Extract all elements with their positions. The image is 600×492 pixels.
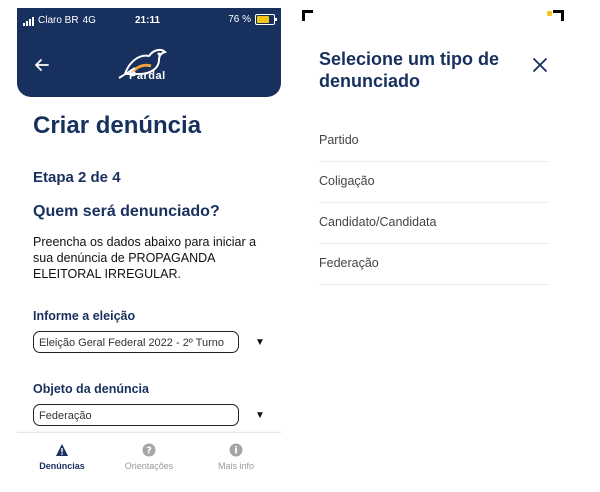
option-partido[interactable]: Partido bbox=[319, 120, 549, 162]
object-label: Objeto da denúncia bbox=[33, 382, 149, 396]
option-candidato[interactable]: Candidato/Candidata bbox=[319, 202, 549, 244]
chevron-down-icon[interactable]: ▼ bbox=[255, 410, 265, 421]
step-indicator: Etapa 2 de 4 bbox=[33, 169, 121, 186]
chevron-down-icon[interactable]: ▼ bbox=[255, 337, 265, 348]
bottom-tab-bar: Denúncias ? Orientações i Mais info bbox=[17, 432, 281, 492]
close-icon bbox=[533, 58, 547, 72]
select-accused-type-modal: Selecione um tipo de denunciado Partido … bbox=[302, 8, 566, 492]
object-select[interactable]: Federação bbox=[33, 404, 239, 426]
app-header: Claro BR 4G 21:11 76 % Pardal bbox=[17, 8, 281, 97]
battery-percent: 76 % bbox=[228, 14, 251, 25]
section-question: Quem será denunciado? bbox=[33, 203, 220, 220]
carrier-info: Claro BR 4G bbox=[23, 15, 96, 26]
bird-logo-icon bbox=[118, 48, 167, 79]
option-coligacao[interactable]: Coligação bbox=[319, 161, 549, 203]
modal-title: Selecione um tipo de denunciado bbox=[319, 49, 500, 91]
tab-denuncias[interactable]: Denúncias bbox=[27, 443, 97, 471]
svg-text:?: ? bbox=[146, 446, 152, 457]
create-report-screen: Claro BR 4G 21:11 76 % Pardal Criar denú… bbox=[17, 8, 281, 492]
battery-icon bbox=[547, 11, 552, 16]
status-bar: Claro BR 4G 21:11 76 % bbox=[17, 12, 281, 30]
close-button[interactable] bbox=[530, 56, 550, 76]
page-title: Criar denúncia bbox=[33, 112, 202, 139]
carrier-name: Claro BR bbox=[38, 15, 79, 26]
tab-label: Denúncias bbox=[39, 461, 85, 471]
tab-orientacoes[interactable]: ? Orientações bbox=[114, 443, 184, 471]
warning-icon bbox=[56, 444, 68, 456]
network-type: 4G bbox=[82, 15, 96, 26]
info-icon: i bbox=[229, 443, 243, 457]
instructions-text: Preencha os dados abaixo para iniciar a … bbox=[33, 235, 257, 281]
screen-corner-marker bbox=[302, 10, 313, 21]
status-time: 21:11 bbox=[135, 15, 161, 26]
back-button[interactable] bbox=[33, 56, 53, 76]
option-federacao[interactable]: Federação bbox=[319, 243, 549, 285]
battery-icon bbox=[255, 14, 277, 25]
election-label: Informe a eleição bbox=[33, 309, 136, 323]
help-icon: ? bbox=[142, 443, 156, 457]
logo-text: Pardal bbox=[129, 70, 166, 82]
signal-icon bbox=[23, 17, 34, 26]
election-select[interactable]: Eleição Geral Federal 2022 - 2º Turno bbox=[33, 331, 239, 353]
tab-label: Mais info bbox=[217, 461, 254, 471]
svg-text:i: i bbox=[234, 446, 237, 457]
tab-label: Orientações bbox=[124, 461, 174, 471]
arrow-left-icon bbox=[35, 59, 49, 71]
screen-corner-marker bbox=[553, 10, 564, 21]
battery-info: 76 % bbox=[228, 14, 277, 25]
tab-mais-info[interactable]: i Mais info bbox=[201, 443, 271, 471]
